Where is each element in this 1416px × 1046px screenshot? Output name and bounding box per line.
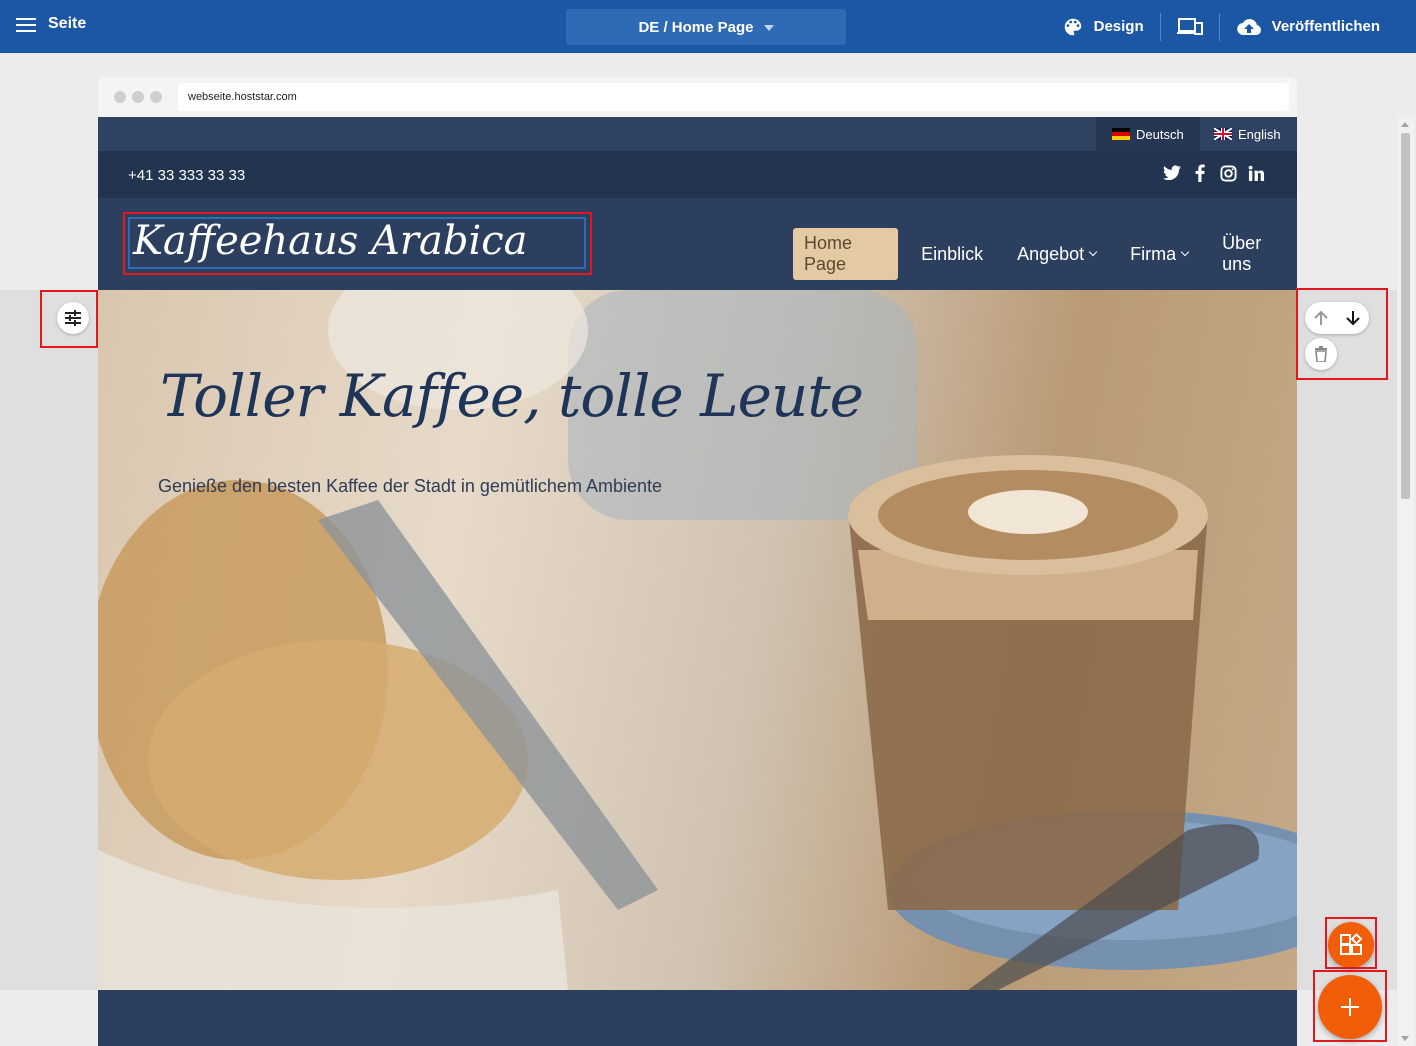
chevron-down-icon xyxy=(1088,247,1098,257)
highlight-settings xyxy=(40,290,98,348)
page-selector-label: DE / Home Page xyxy=(638,18,754,36)
design-label: Design xyxy=(1093,18,1144,35)
contact-bar: +41 33 333 33 33 xyxy=(98,151,1297,198)
devices-icon xyxy=(1176,17,1203,35)
page-menu-label: Seite xyxy=(48,15,87,32)
nav-label: Angebot xyxy=(1017,243,1085,264)
window-dot xyxy=(114,91,126,103)
section-margin-right xyxy=(1297,290,1397,990)
page-menu-button[interactable]: Seite xyxy=(16,15,86,33)
highlight-widgets xyxy=(1325,917,1377,969)
linkedin-icon[interactable] xyxy=(1247,164,1265,182)
hamburger-icon xyxy=(16,16,36,32)
publish-label: Veröffentlichen xyxy=(1271,18,1380,35)
chevron-down-icon xyxy=(1180,247,1190,257)
device-preview-button[interactable] xyxy=(1161,17,1219,37)
caret-down-icon xyxy=(763,24,774,31)
editor-toolbar: Seite DE / Home Page Design Veröffentlic… xyxy=(0,0,1416,53)
cloud-upload-icon xyxy=(1236,18,1261,35)
window-dot xyxy=(150,91,162,103)
language-bar: Deutsch English xyxy=(98,117,1297,151)
twitter-icon[interactable] xyxy=(1163,164,1181,182)
section-margin-left xyxy=(0,290,98,990)
language-label: Deutsch xyxy=(1136,126,1184,142)
social-links xyxy=(1163,164,1265,182)
main-navigation: Home Page Einblick Angebot Firma Über un… xyxy=(793,228,1297,280)
scroll-thumb[interactable] xyxy=(1401,133,1410,499)
nav-label: Einblick xyxy=(921,243,984,264)
nav-angebot[interactable]: Angebot xyxy=(1006,239,1107,270)
window-dot xyxy=(132,91,144,103)
phone-number: +41 33 333 33 33 xyxy=(128,167,246,184)
nav-ueber-uns[interactable]: Über uns xyxy=(1211,228,1297,280)
nav-einblick[interactable]: Einblick xyxy=(910,239,994,270)
nav-firma[interactable]: Firma xyxy=(1119,239,1199,270)
url-bar: webseite.hoststar.com xyxy=(178,83,1289,111)
hero-section[interactable]: Toller Kaffee, tolle Leute Genieße den b… xyxy=(98,290,1297,990)
palette-icon xyxy=(1064,18,1081,35)
instagram-icon[interactable] xyxy=(1219,164,1237,182)
next-section xyxy=(98,990,1297,1046)
highlight-add-section xyxy=(1313,970,1387,1042)
language-label: English xyxy=(1238,126,1281,142)
scroll-down-icon xyxy=(1401,1036,1409,1041)
hero-title: Toller Kaffee, tolle Leute xyxy=(160,362,864,430)
nav-home-page[interactable]: Home Page xyxy=(793,228,899,280)
flag-uk-icon xyxy=(1214,128,1232,140)
hero-subtitle: Genieße den besten Kaffee der Stadt in g… xyxy=(158,476,662,496)
facebook-icon[interactable] xyxy=(1191,164,1209,182)
language-deutsch[interactable]: Deutsch xyxy=(1096,117,1200,151)
nav-label: Home Page xyxy=(804,233,853,274)
flag-de-icon xyxy=(1112,128,1130,140)
browser-frame: webseite.hoststar.com xyxy=(98,77,1297,117)
scroll-up-icon xyxy=(1401,122,1409,127)
publish-button[interactable]: Veröffentlichen xyxy=(1220,17,1396,37)
scrollbar[interactable] xyxy=(1397,117,1414,1046)
nav-label: Über uns xyxy=(1222,233,1262,274)
highlight-section-controls xyxy=(1296,288,1388,380)
language-english[interactable]: English xyxy=(1198,117,1297,151)
highlight-logo xyxy=(123,212,592,275)
nav-label: Firma xyxy=(1130,243,1177,264)
design-button[interactable]: Design xyxy=(1046,16,1160,38)
page-selector[interactable]: DE / Home Page xyxy=(566,9,846,45)
